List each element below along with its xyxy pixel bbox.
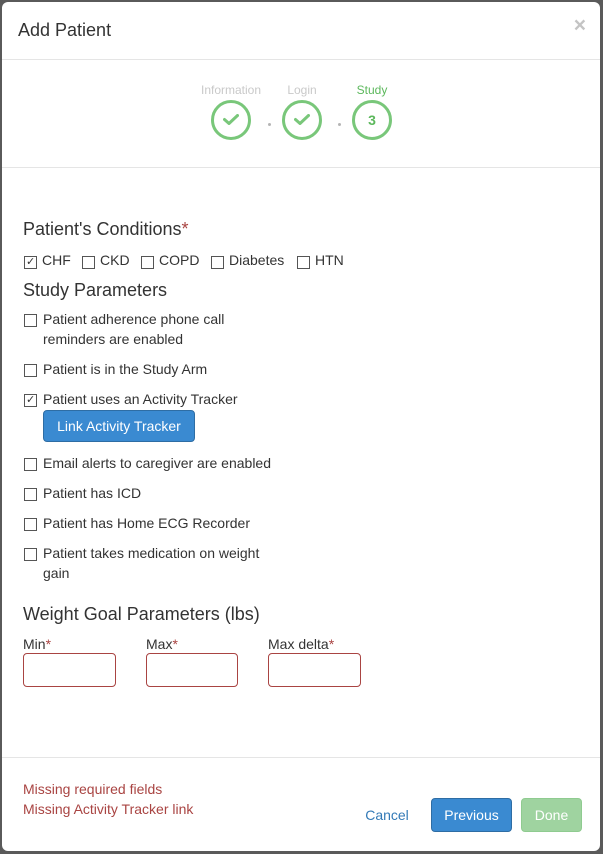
step-information: Information <box>191 82 271 140</box>
required-mark: * <box>172 636 178 652</box>
field-label-text: Min <box>23 636 46 652</box>
condition-label: CKD <box>100 252 130 268</box>
conditions-heading: Patient's Conditions* <box>23 219 189 240</box>
add-patient-modal: Add Patient × Information Login Study 3 … <box>2 2 600 851</box>
checkbox[interactable]: ✓ <box>24 256 37 269</box>
check-icon <box>294 114 310 125</box>
checkbox[interactable] <box>297 256 310 269</box>
link-activity-tracker-button[interactable]: Link Activity Tracker <box>43 410 195 442</box>
max-delta-field-label: Max delta* <box>268 636 334 652</box>
required-mark: * <box>328 636 335 652</box>
required-mark: * <box>45 636 52 652</box>
study-item-label: Patient is in the Study Arm <box>43 361 208 377</box>
condition-label: HTN <box>315 252 344 268</box>
check-icon <box>223 114 239 125</box>
step-label: Information <box>200 83 262 97</box>
field-label-text: Max <box>146 636 173 652</box>
study-item-study-arm[interactable]: Patient is in the Study Arm <box>23 359 273 379</box>
modal-title: Add Patient <box>18 20 112 40</box>
study-item-label: Patient takes medication on weight gain <box>43 545 260 581</box>
max-input[interactable] <box>146 653 238 687</box>
study-item-label: Patient has ICD <box>43 485 142 501</box>
wizard-stepper: Information Login Study 3 <box>2 60 600 168</box>
step-study: Study 3 <box>332 82 412 140</box>
step-login: Login <box>262 82 342 140</box>
previous-button[interactable]: Previous <box>431 798 512 832</box>
error-missing-tracker: Missing Activity Tracker link <box>23 801 194 817</box>
study-item-icd[interactable]: Patient has ICD <box>23 483 273 503</box>
conditions-title: Patient's Conditions <box>23 219 182 239</box>
error-missing-fields: Missing required fields <box>23 781 163 797</box>
field-label-text: Max delta <box>268 636 329 652</box>
checkmark-icon: ✓ <box>26 394 36 406</box>
condition-label: CHF <box>42 252 71 268</box>
required-mark: * <box>181 219 189 239</box>
study-item-label: Patient adherence phone call reminders a… <box>43 311 225 347</box>
done-button[interactable]: Done <box>521 798 582 832</box>
study-item-home-ecg[interactable]: Patient has Home ECG Recorder <box>23 513 273 533</box>
study-item-caregiver-alerts[interactable]: Email alerts to caregiver are enabled <box>23 453 273 473</box>
min-input[interactable] <box>23 653 116 687</box>
step-label: Login <box>287 83 317 97</box>
checkbox[interactable] <box>24 314 37 327</box>
cancel-button[interactable]: Cancel <box>357 798 417 832</box>
step-label: Study <box>356 83 388 97</box>
study-item-activity-tracker[interactable]: ✓ Patient uses an Activity Tracker <box>23 389 273 409</box>
checkbox[interactable] <box>24 488 37 501</box>
checkbox[interactable] <box>211 256 224 269</box>
checkbox[interactable] <box>141 256 154 269</box>
study-item-weight-medication[interactable]: Patient takes medication on weight gain <box>23 543 273 583</box>
modal-header: Add Patient × <box>2 2 600 60</box>
step-complete-indicator <box>211 100 251 140</box>
min-field-label: Min* <box>23 636 51 652</box>
checkbox[interactable]: ✓ <box>24 394 37 407</box>
study-item-adherence-reminders[interactable]: Patient adherence phone call reminders a… <box>23 309 273 349</box>
checkbox[interactable] <box>24 548 37 561</box>
condition-label: COPD <box>159 252 200 268</box>
checkbox[interactable] <box>24 458 37 471</box>
checkmark-icon: ✓ <box>26 256 36 268</box>
study-item-label: Email alerts to caregiver are enabled <box>43 455 272 471</box>
checkbox[interactable] <box>24 364 37 377</box>
study-item-label: Patient has Home ECG Recorder <box>43 515 250 531</box>
close-icon[interactable]: × <box>574 15 586 36</box>
step-number: 3 <box>368 112 376 128</box>
step-complete-indicator <box>282 100 322 140</box>
modal-footer: Missing required fields Missing Activity… <box>2 757 600 851</box>
checkbox[interactable] <box>82 256 95 269</box>
weight-goal-title: Weight Goal Parameters (lbs) <box>23 604 260 624</box>
step-current-indicator: 3 <box>352 100 392 140</box>
condition-label: Diabetes <box>229 252 285 268</box>
checkbox[interactable] <box>24 518 37 531</box>
max-delta-input[interactable] <box>268 653 361 687</box>
study-parameters-title: Study Parameters <box>23 280 168 300</box>
study-item-label: Patient uses an Activity Tracker <box>43 391 238 407</box>
max-field-label: Max* <box>146 636 178 652</box>
